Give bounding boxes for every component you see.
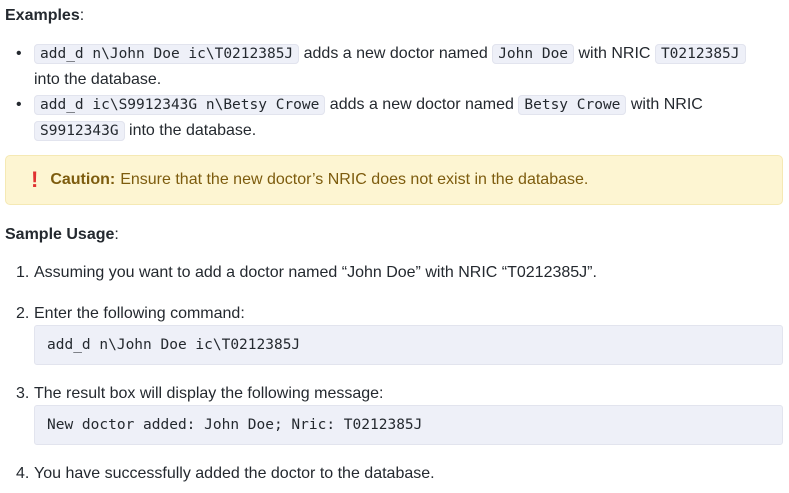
caution-callout: ! Caution: Ensure that the new doctor’s … [5, 155, 783, 205]
document-page: Examples: • add_d n\John Doe ic\T0212385J… [0, 0, 789, 493]
step-text: The result box will display the followin… [34, 385, 384, 402]
step-text: You have successfully added the doctor t… [34, 465, 435, 482]
example-nric-code: T0212385J [654, 44, 746, 64]
step-number: 4. [16, 465, 30, 482]
step-text: Enter the following command: [34, 305, 245, 322]
example-text: into the database. [124, 122, 257, 139]
usage-step: 2. Enter the following command: [16, 302, 245, 326]
usage-step: 1. Assuming you want to add a doctor name… [16, 261, 597, 285]
example-item: • add_d n\John Doe ic\T0212385J adds a ne… [0, 41, 789, 92]
step-number: 3. [16, 385, 30, 402]
usage-step: 4. You have successfully added the doctor… [16, 462, 435, 486]
step-text: Assuming you want to add a doctor named … [34, 264, 597, 281]
examples-heading-label: Examples [5, 7, 80, 24]
example-command-code: add_d ic\S9912343G n\Betsy Crowe [34, 95, 326, 115]
step-number: 1. [16, 264, 30, 281]
example-text: adds a new doctor named [299, 45, 493, 62]
example-text: into the database. [34, 71, 162, 88]
example-text: adds a new doctor named [325, 96, 519, 113]
bullet-icon: • [16, 45, 22, 62]
example-text: with NRIC [574, 45, 655, 62]
exclamation-icon: ! [31, 167, 39, 192]
example-text: with NRIC [626, 96, 703, 113]
sample-usage-heading-colon: : [114, 226, 119, 243]
examples-heading: Examples: [5, 4, 84, 28]
sample-usage-heading-label: Sample Usage [5, 226, 115, 243]
example-nric-code: S9912343G [34, 121, 125, 141]
sample-usage-heading: Sample Usage: [5, 223, 119, 247]
result-code-block: New doctor added: John Doe; Nric: T02123… [34, 405, 783, 445]
step-number: 2. [16, 305, 30, 322]
usage-step: 3. The result box will display the follow… [16, 382, 384, 406]
caution-text: Ensure that the new doctor’s NRIC does n… [120, 171, 589, 188]
examples-heading-colon: : [79, 7, 85, 24]
command-code-block: add_d n\John Doe ic\T0212385J [34, 325, 783, 365]
example-name-code: Betsy Crowe [518, 95, 627, 115]
examples-list: • add_d n\John Doe ic\T0212385J adds a ne… [0, 41, 789, 144]
example-name-code: John Doe [492, 44, 575, 64]
example-item: • add_d ic\S9912343G n\Betsy Crowe adds a… [0, 92, 789, 144]
example-command-code: add_d n\John Doe ic\T0212385J [34, 44, 300, 64]
bullet-icon: • [16, 96, 22, 113]
caution-label: Caution: [50, 171, 116, 188]
